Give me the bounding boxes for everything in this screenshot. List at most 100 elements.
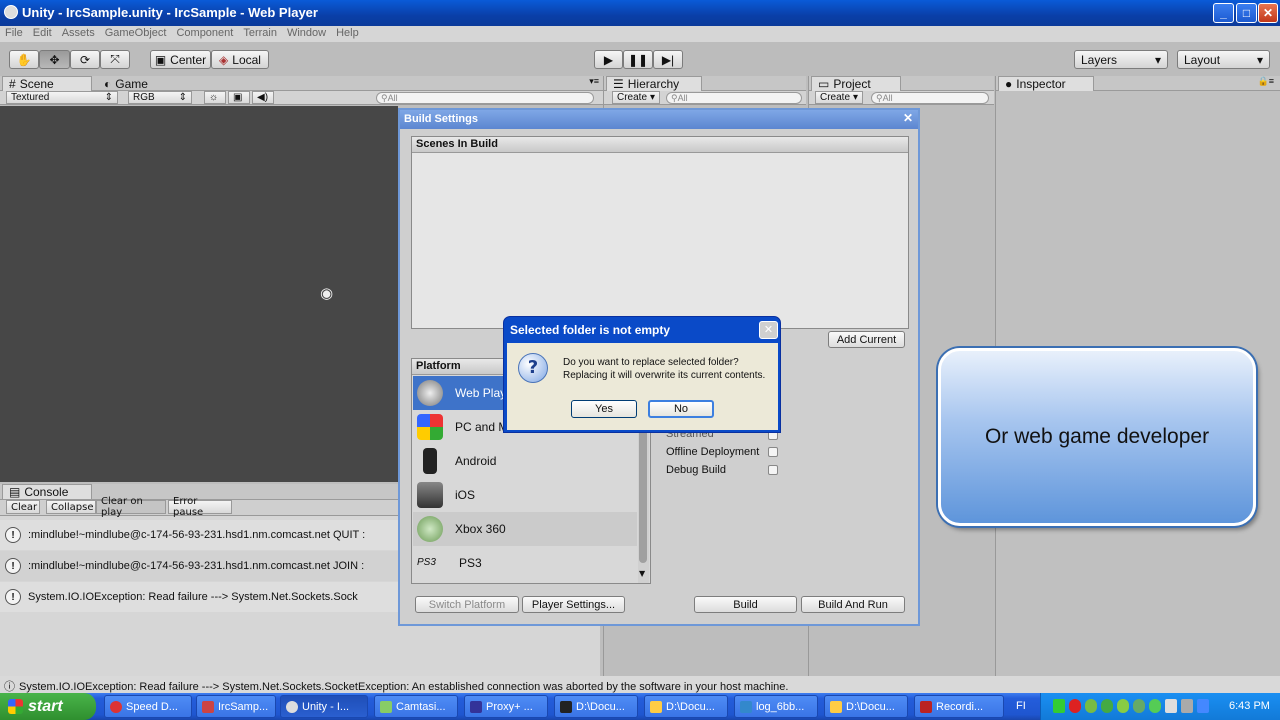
scenes-in-build-list[interactable]: Scenes In Build — [411, 136, 909, 329]
debug-build-checkbox[interactable] — [768, 465, 778, 475]
rotate-tool-icon[interactable]: ⟳ — [70, 50, 100, 69]
platform-ios[interactable]: iOS — [413, 478, 637, 512]
tab-inspector[interactable]: ● Inspector — [998, 76, 1094, 91]
camera-gizmo-icon[interactable]: ◉ — [320, 284, 333, 302]
platform-android[interactable]: Android — [413, 444, 637, 478]
start-button[interactable]: start — [0, 693, 96, 720]
tab-project[interactable]: ▭ Project — [811, 76, 901, 91]
close-icon[interactable]: ✕ — [903, 111, 913, 125]
render-mode-select[interactable]: Textured ⇕ — [6, 91, 118, 104]
taskbar-item[interactable]: Recordi... — [914, 695, 1004, 718]
tray-app-icon[interactable] — [1133, 699, 1145, 713]
speaker-icon[interactable] — [1181, 699, 1193, 713]
close-icon[interactable]: ✕ — [759, 321, 778, 339]
tab-scene[interactable]: # Scene — [2, 76, 92, 91]
project-search-placeholder: All — [882, 93, 893, 103]
tray-app-icon[interactable] — [1069, 699, 1081, 713]
console-message: System.IO.IOException: Read failure --->… — [28, 591, 358, 603]
menu-file[interactable]: File — [0, 26, 28, 39]
list-item[interactable]: !:mindlube!~mindlube@c-174-56-93-231.hsd… — [0, 520, 398, 550]
color-mode-select[interactable]: RGB ⇕ — [128, 91, 192, 104]
menu-terrain[interactable]: Terrain — [238, 26, 282, 39]
tray-app-icon[interactable] — [1117, 699, 1129, 713]
taskbar-item[interactable]: D:\Docu... — [644, 695, 728, 718]
minimize-button[interactable]: _ — [1213, 3, 1234, 23]
tray-app-icon[interactable] — [1149, 699, 1161, 713]
scale-tool-icon[interactable]: ⤧ — [100, 50, 130, 69]
console-clear-button[interactable]: Clear — [6, 500, 40, 514]
tab-game[interactable]: ◐ Game — [98, 76, 154, 91]
taskbar-item[interactable]: Speed D... — [104, 695, 192, 718]
console-collapse-button[interactable]: Collapse — [46, 500, 96, 514]
taskbar-item-label: IrcSamp... — [218, 700, 269, 713]
hierarchy-create-dropdown[interactable]: Create ▾ — [612, 91, 660, 104]
tab-hierarchy[interactable]: ☰ Hierarchy — [606, 76, 702, 91]
project-create-dropdown[interactable]: Create ▾ — [815, 91, 863, 104]
console-error-pause-toggle[interactable]: Error pause — [168, 496, 232, 518]
layout-dropdown[interactable]: Layout ▾ — [1177, 50, 1270, 69]
build-button[interactable]: Build — [694, 596, 797, 613]
menu-window[interactable]: Window — [282, 26, 331, 39]
language-indicator[interactable]: FI — [1016, 700, 1026, 712]
irc-app-icon — [202, 700, 214, 713]
network-icon[interactable] — [1165, 699, 1177, 713]
lighting-toggle[interactable]: ☼ — [204, 91, 226, 104]
scene-search-input[interactable]: ⚲All — [376, 92, 594, 104]
taskbar-item[interactable]: IrcSamp... — [196, 695, 276, 718]
pivot-local-button[interactable]: ◈ Local — [211, 50, 269, 69]
menu-assets[interactable]: Assets — [57, 26, 100, 39]
project-search-input[interactable]: ⚲All — [871, 92, 989, 104]
taskbar-item[interactable]: Unity - I... — [280, 695, 368, 718]
window-title-bar[interactable]: Unity - IrcSample.unity - IrcSample - We… — [0, 0, 1280, 26]
tray-app-icon[interactable] — [1101, 699, 1113, 713]
add-current-button[interactable]: Add Current — [828, 331, 905, 348]
taskbar-item[interactable]: D:\Docu... — [554, 695, 638, 718]
scene-panel-header: # Scene ◐ Game ▾≡ Textured ⇕ RGB ⇕ ☼ ▣ ◀) ⚲A… — [0, 76, 603, 106]
platform-label: iOS — [455, 488, 476, 502]
console-clear-on-play-toggle[interactable]: Clear on play — [96, 496, 166, 518]
build-and-run-button[interactable]: Build And Run — [801, 596, 905, 613]
clock[interactable]: 6:43 PM — [1229, 700, 1270, 712]
switch-platform-button[interactable]: Switch Platform — [415, 596, 519, 613]
windows-taskbar: start Speed D... IrcSamp... Unity - I...… — [0, 693, 1280, 720]
menu-component[interactable]: Component — [171, 26, 238, 39]
status-bar[interactable]: ⓘ System.IO.IOException: Read failure ---… — [0, 676, 1280, 693]
lock-icon[interactable]: 🔒≡ — [1258, 76, 1274, 87]
step-button[interactable]: ▶| — [653, 50, 683, 69]
maximize-button[interactable]: □ — [1236, 3, 1257, 23]
taskbar-item[interactable]: log_6bb... — [734, 695, 818, 718]
list-item[interactable]: ! System.IO.IOException: Read failure ---… — [0, 582, 398, 612]
layers-dropdown[interactable]: Layers ▾ — [1074, 50, 1168, 69]
tray-app-icon[interactable] — [1085, 699, 1097, 713]
close-button[interactable]: ✕ — [1258, 3, 1278, 23]
chevron-down-icon[interactable]: ▼ — [639, 569, 645, 578]
offline-deployment-checkbox[interactable] — [768, 447, 778, 457]
yes-button[interactable]: Yes — [571, 400, 637, 418]
audio-toggle[interactable]: ◀) — [252, 91, 274, 104]
menu-gameobject[interactable]: GameObject — [100, 26, 172, 39]
no-button[interactable]: No — [648, 400, 714, 418]
pause-button[interactable]: ❚❚ — [623, 50, 653, 69]
list-item[interactable]: !:mindlube!~mindlube@c-174-56-93-231.hsd… — [0, 551, 398, 581]
taskbar-item[interactable]: Proxy+ ... — [464, 695, 548, 718]
move-tool-icon[interactable]: ✥ — [39, 50, 70, 69]
platform-ps3[interactable]: PS3 PS3 — [413, 546, 637, 580]
scene-view[interactable]: ◉ — [0, 106, 398, 482]
taskbar-item[interactable]: Camtasi... — [374, 695, 458, 718]
build-settings-title-bar[interactable]: Build Settings ✕ — [400, 110, 918, 129]
menu-help[interactable]: Help — [331, 26, 364, 39]
panel-menu-icon[interactable]: ▾≡ — [589, 76, 599, 87]
image-toggle[interactable]: ▣ — [228, 91, 250, 104]
tray-app-icon[interactable] — [1197, 699, 1209, 713]
pivot-center-button[interactable]: ▣ Center — [150, 50, 211, 69]
platform-xbox[interactable]: Xbox 360 — [413, 512, 637, 546]
hierarchy-search-input[interactable]: ⚲All — [666, 92, 802, 104]
hand-tool-icon[interactable]: ✋ — [9, 50, 39, 69]
tab-console[interactable]: ▤ Console — [2, 484, 92, 499]
confirm-dialog-title-bar[interactable]: Selected folder is not empty — [504, 317, 780, 343]
player-settings-button[interactable]: Player Settings... — [522, 596, 625, 613]
menu-edit[interactable]: Edit — [28, 26, 57, 39]
play-button[interactable]: ▶ — [594, 50, 623, 69]
taskbar-item[interactable]: D:\Docu... — [824, 695, 908, 718]
tray-app-icon[interactable] — [1053, 699, 1065, 713]
